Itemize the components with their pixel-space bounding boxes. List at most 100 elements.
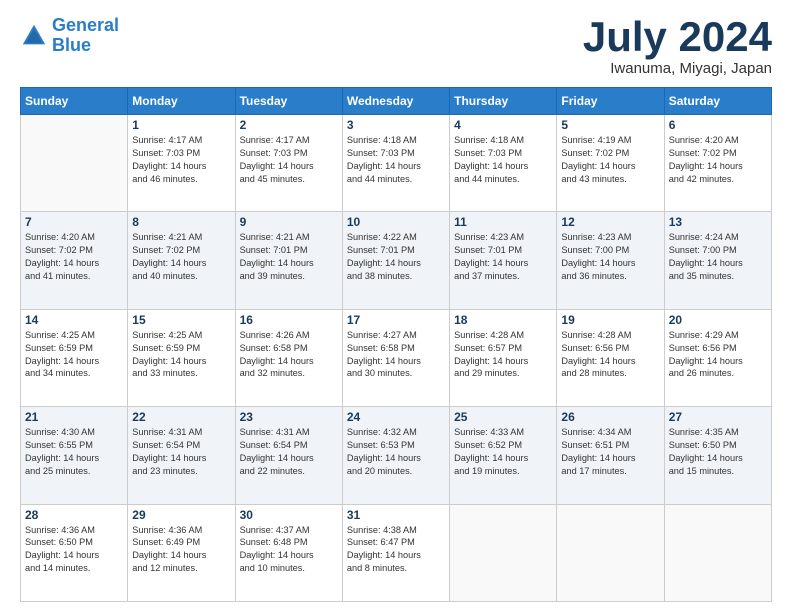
day-number: 23 (240, 410, 338, 424)
day-number: 22 (132, 410, 230, 424)
col-header-saturday: Saturday (664, 88, 771, 115)
day-number: 2 (240, 118, 338, 132)
day-number: 1 (132, 118, 230, 132)
cell-info: Sunrise: 4:38 AMSunset: 6:47 PMDaylight:… (347, 524, 445, 576)
calendar-cell: 12 Sunrise: 4:23 AMSunset: 7:00 PMDayligh… (557, 212, 664, 309)
calendar-cell: 18 Sunrise: 4:28 AMSunset: 6:57 PMDayligh… (450, 309, 557, 406)
cell-info: Sunrise: 4:31 AMSunset: 6:54 PMDaylight:… (240, 426, 338, 478)
calendar-cell: 29 Sunrise: 4:36 AMSunset: 6:49 PMDayligh… (128, 504, 235, 601)
calendar-cell: 10Sunrise: 4:22 AMSunset: 7:01 PMDayligh… (342, 212, 449, 309)
cell-info: Sunrise: 4:36 AMSunset: 6:50 PMDaylight:… (25, 524, 123, 576)
location: Iwanuma, Miyagi, Japan (583, 60, 772, 77)
cell-info: Sunrise: 4:20 AMSunset: 7:02 PMDaylight:… (25, 231, 123, 283)
day-number: 17 (347, 313, 445, 327)
calendar-cell (557, 504, 664, 601)
day-number: 12 (561, 215, 659, 229)
calendar-week-row: 21 Sunrise: 4:30 AMSunset: 6:55 PMDayligh… (21, 407, 772, 504)
day-number: 14 (25, 313, 123, 327)
day-number: 5 (561, 118, 659, 132)
page: GeneralBlue July 2024 Iwanuma, Miyagi, J… (0, 0, 792, 612)
cell-info: Sunrise: 4:25 AMSunset: 6:59 PMDaylight:… (25, 329, 123, 381)
cell-info: Sunrise: 4:18 AMSunset: 7:03 PMDaylight:… (347, 134, 445, 186)
calendar-cell: 13Sunrise: 4:24 AMSunset: 7:00 PMDayligh… (664, 212, 771, 309)
day-number: 24 (347, 410, 445, 424)
cell-info: Sunrise: 4:31 AMSunset: 6:54 PMDaylight:… (132, 426, 230, 478)
col-header-friday: Friday (557, 88, 664, 115)
cell-info: Sunrise: 4:17 AMSunset: 7:03 PMDaylight:… (132, 134, 230, 186)
day-number: 25 (454, 410, 552, 424)
day-number: 7 (25, 215, 123, 229)
day-number: 8 (132, 215, 230, 229)
col-header-monday: Monday (128, 88, 235, 115)
calendar-cell: 31Sunrise: 4:38 AMSunset: 6:47 PMDayligh… (342, 504, 449, 601)
calendar-cell: 16 Sunrise: 4:26 AMSunset: 6:58 PMDayligh… (235, 309, 342, 406)
day-number: 27 (669, 410, 767, 424)
calendar-cell: 24 Sunrise: 4:32 AMSunset: 6:53 PMDayligh… (342, 407, 449, 504)
cell-info: Sunrise: 4:24 AMSunset: 7:00 PMDaylight:… (669, 231, 767, 283)
day-number: 18 (454, 313, 552, 327)
cell-info: Sunrise: 4:34 AMSunset: 6:51 PMDaylight:… (561, 426, 659, 478)
cell-info: Sunrise: 4:23 AMSunset: 7:00 PMDaylight:… (561, 231, 659, 283)
calendar-cell: 20Sunrise: 4:29 AMSunset: 6:56 PMDayligh… (664, 309, 771, 406)
calendar-cell: 26 Sunrise: 4:34 AMSunset: 6:51 PMDayligh… (557, 407, 664, 504)
logo-icon (20, 22, 48, 50)
day-number: 6 (669, 118, 767, 132)
cell-info: Sunrise: 4:32 AMSunset: 6:53 PMDaylight:… (347, 426, 445, 478)
day-number: 11 (454, 215, 552, 229)
day-number: 26 (561, 410, 659, 424)
cell-info: Sunrise: 4:23 AMSunset: 7:01 PMDaylight:… (454, 231, 552, 283)
calendar-cell: 27 Sunrise: 4:35 AMSunset: 6:50 PMDayligh… (664, 407, 771, 504)
cell-info: Sunrise: 4:28 AMSunset: 6:56 PMDaylight:… (561, 329, 659, 381)
day-number: 15 (132, 313, 230, 327)
calendar-cell: 22 Sunrise: 4:31 AMSunset: 6:54 PMDayligh… (128, 407, 235, 504)
calendar-cell (21, 115, 128, 212)
cell-info: Sunrise: 4:17 AMSunset: 7:03 PMDaylight:… (240, 134, 338, 186)
day-number: 3 (347, 118, 445, 132)
calendar-cell: 7 Sunrise: 4:20 AMSunset: 7:02 PMDaylight… (21, 212, 128, 309)
cell-info: Sunrise: 4:26 AMSunset: 6:58 PMDaylight:… (240, 329, 338, 381)
month-title: July 2024 (583, 16, 772, 58)
cell-info: Sunrise: 4:25 AMSunset: 6:59 PMDaylight:… (132, 329, 230, 381)
cell-info: Sunrise: 4:33 AMSunset: 6:52 PMDaylight:… (454, 426, 552, 478)
col-header-sunday: Sunday (21, 88, 128, 115)
cell-info: Sunrise: 4:21 AMSunset: 7:01 PMDaylight:… (240, 231, 338, 283)
cell-info: Sunrise: 4:35 AMSunset: 6:50 PMDaylight:… (669, 426, 767, 478)
cell-info: Sunrise: 4:19 AMSunset: 7:02 PMDaylight:… (561, 134, 659, 186)
logo-text: GeneralBlue (52, 16, 119, 56)
day-number: 30 (240, 508, 338, 522)
cell-info: Sunrise: 4:30 AMSunset: 6:55 PMDaylight:… (25, 426, 123, 478)
day-number: 29 (132, 508, 230, 522)
day-number: 16 (240, 313, 338, 327)
calendar-cell: 17 Sunrise: 4:27 AMSunset: 6:58 PMDayligh… (342, 309, 449, 406)
cell-info: Sunrise: 4:36 AMSunset: 6:49 PMDaylight:… (132, 524, 230, 576)
cell-info: Sunrise: 4:20 AMSunset: 7:02 PMDaylight:… (669, 134, 767, 186)
calendar-cell: 14 Sunrise: 4:25 AMSunset: 6:59 PMDayligh… (21, 309, 128, 406)
calendar-cell: 21 Sunrise: 4:30 AMSunset: 6:55 PMDayligh… (21, 407, 128, 504)
day-number: 10 (347, 215, 445, 229)
cell-info: Sunrise: 4:27 AMSunset: 6:58 PMDaylight:… (347, 329, 445, 381)
title-block: July 2024 Iwanuma, Miyagi, Japan (583, 16, 772, 77)
calendar-cell (450, 504, 557, 601)
col-header-wednesday: Wednesday (342, 88, 449, 115)
calendar-week-row: 1 Sunrise: 4:17 AMSunset: 7:03 PMDaylight… (21, 115, 772, 212)
cell-info: Sunrise: 4:18 AMSunset: 7:03 PMDaylight:… (454, 134, 552, 186)
logo: GeneralBlue (20, 16, 119, 56)
calendar-week-row: 7 Sunrise: 4:20 AMSunset: 7:02 PMDaylight… (21, 212, 772, 309)
calendar-cell: 8 Sunrise: 4:21 AMSunset: 7:02 PMDaylight… (128, 212, 235, 309)
cell-info: Sunrise: 4:37 AMSunset: 6:48 PMDaylight:… (240, 524, 338, 576)
calendar-cell: 2 Sunrise: 4:17 AMSunset: 7:03 PMDaylight… (235, 115, 342, 212)
calendar-cell: 23 Sunrise: 4:31 AMSunset: 6:54 PMDayligh… (235, 407, 342, 504)
day-number: 21 (25, 410, 123, 424)
calendar-cell: 11 Sunrise: 4:23 AMSunset: 7:01 PMDayligh… (450, 212, 557, 309)
calendar-cell: 9 Sunrise: 4:21 AMSunset: 7:01 PMDaylight… (235, 212, 342, 309)
calendar-cell: 19Sunrise: 4:28 AMSunset: 6:56 PMDayligh… (557, 309, 664, 406)
day-number: 9 (240, 215, 338, 229)
calendar-cell: 28Sunrise: 4:36 AMSunset: 6:50 PMDayligh… (21, 504, 128, 601)
calendar-header-row: SundayMondayTuesdayWednesdayThursdayFrid… (21, 88, 772, 115)
cell-info: Sunrise: 4:21 AMSunset: 7:02 PMDaylight:… (132, 231, 230, 283)
calendar-cell: 6 Sunrise: 4:20 AMSunset: 7:02 PMDaylight… (664, 115, 771, 212)
calendar-cell: 15 Sunrise: 4:25 AMSunset: 6:59 PMDayligh… (128, 309, 235, 406)
day-number: 20 (669, 313, 767, 327)
cell-info: Sunrise: 4:28 AMSunset: 6:57 PMDaylight:… (454, 329, 552, 381)
calendar-cell: 3 Sunrise: 4:18 AMSunset: 7:03 PMDaylight… (342, 115, 449, 212)
